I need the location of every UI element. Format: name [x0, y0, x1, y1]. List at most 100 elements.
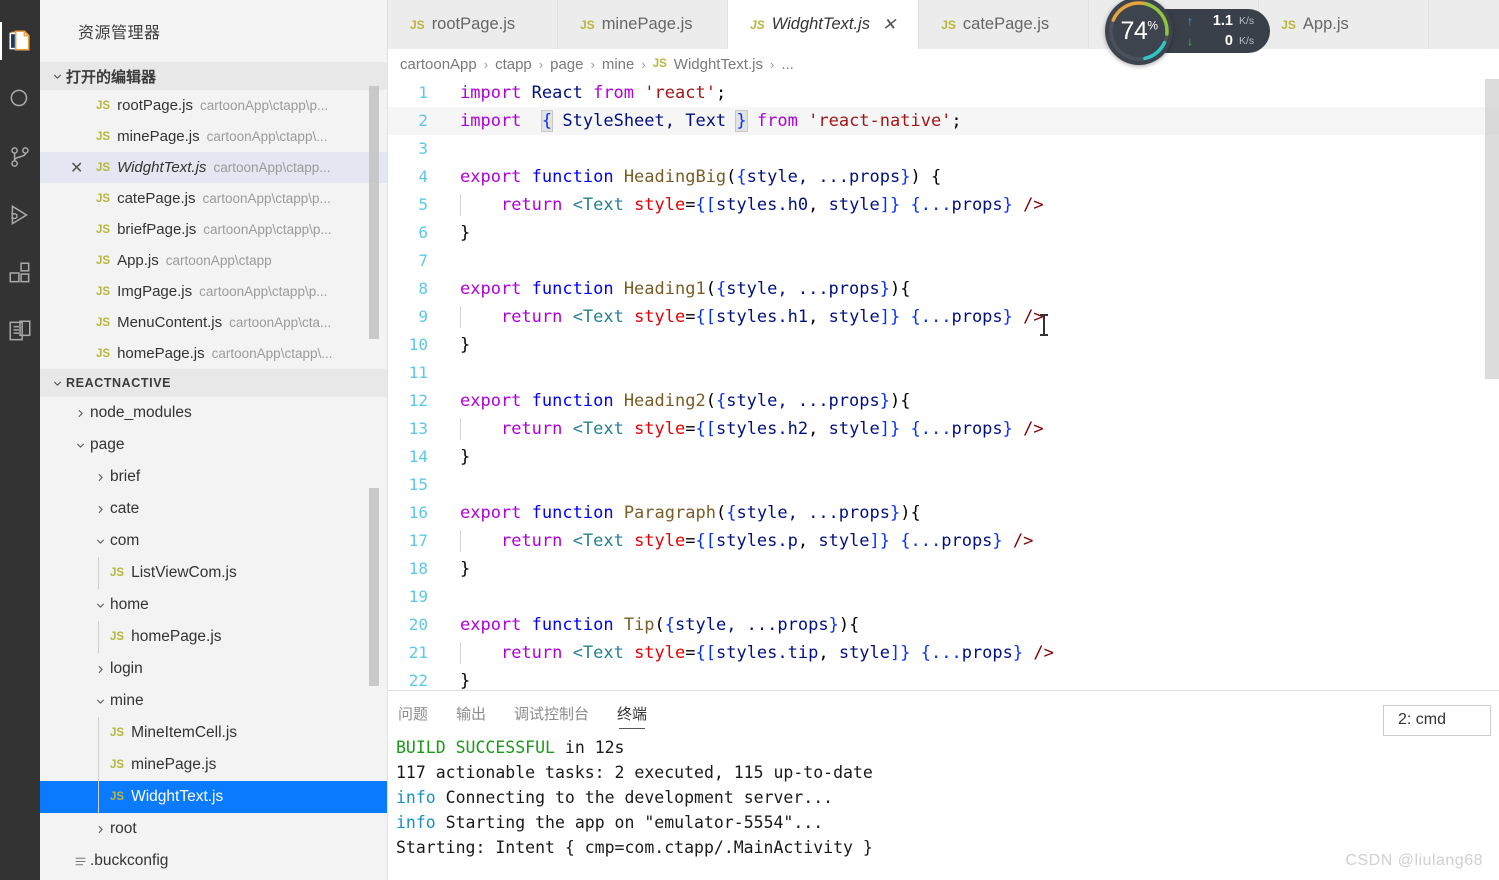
open-editor-item[interactable]: JS minePage.js cartoonApp\ctapp\... — [40, 121, 387, 152]
terminal-output[interactable]: BUILD SUCCESSFUL in 12s 117 actionable ta… — [388, 735, 1499, 867]
line-number: 15 — [408, 475, 428, 494]
close-icon[interactable]: ✕ — [70, 152, 83, 183]
tree-item[interactable]: mine — [40, 685, 387, 717]
open-editor-path: cartoonApp\ctapp... — [213, 160, 331, 175]
code-token: { — [715, 391, 727, 411]
open-editor-item[interactable]: JS rootPage.js cartoonApp\ctapp\p... — [40, 90, 387, 121]
explorer-icon[interactable] — [0, 12, 40, 70]
breadcrumb-overflow[interactable]: ... — [781, 56, 794, 73]
tree-item[interactable]: page — [40, 429, 387, 461]
chevron-right-icon — [90, 823, 110, 836]
code-token: ]} — [879, 307, 901, 327]
code-token: { — [664, 615, 676, 635]
close-icon[interactable]: ✕ — [882, 15, 896, 35]
open-editor-item[interactable]: ✕ JS WidghtText.js cartoonApp\ctapp... — [40, 152, 387, 183]
code-line: 11 — [388, 359, 1499, 387]
tree-item-label: brief — [110, 468, 141, 485]
tree-item[interactable]: node_modules — [40, 397, 387, 429]
code-token: ) — [838, 615, 850, 635]
sidebar: 资源管理器 打开的编辑器 JS rootPage.js cartoonApp\cta… — [40, 0, 388, 880]
breadcrumb-file[interactable]: WidghtText.js — [674, 56, 763, 73]
source-control-icon[interactable] — [0, 128, 40, 186]
tree-item[interactable]: JS MineItemCell.js — [40, 717, 387, 749]
open-editor-item[interactable]: JS briefPage.js cartoonApp\ctapp\p... — [40, 214, 387, 245]
tree-item[interactable]: JS homePage.js — [40, 621, 387, 653]
code-text: import { StyleSheet, Text } from 'react-… — [450, 107, 962, 135]
breadcrumb-item[interactable]: page — [550, 56, 583, 73]
open-editor-item[interactable]: JS ImgPage.js cartoonApp\ctapp\p... — [40, 276, 387, 307]
search-icon[interactable] — [0, 70, 40, 128]
tree-item-label: minePage.js — [131, 756, 217, 773]
code-token: } — [900, 167, 911, 187]
js-file-icon: JS — [96, 254, 111, 267]
line-number: 2 — [418, 111, 428, 130]
tree-item[interactable]: com — [40, 525, 387, 557]
file-tree-scrollbar[interactable] — [369, 488, 379, 686]
code-token: } — [735, 110, 748, 132]
code-token: import — [460, 83, 522, 103]
breadcrumb-item[interactable]: cartoonApp — [400, 56, 477, 73]
extensions-icon[interactable] — [0, 244, 40, 302]
editor-tab[interactable]: JS minePage.js — [558, 0, 728, 49]
code-text: return <Text style={[styles.tip, style]}… — [450, 639, 1054, 667]
indent-guide — [98, 557, 99, 589]
project-header[interactable]: REACTNACTIVE — [40, 369, 387, 397]
tree-item[interactable]: .buckconfig — [40, 845, 387, 877]
tree-item-label: node_modules — [90, 404, 192, 421]
code-token: = — [685, 307, 696, 327]
open-editor-item[interactable]: JS MenuContent.js cartoonApp\cta... — [40, 307, 387, 338]
editor-tab[interactable]: JS catePage.js — [919, 0, 1090, 49]
performance-monitor-widget[interactable]: 74% ↑ 1.1 K/s ↓ 0 K/s — [1105, 0, 1271, 65]
terminal-selector[interactable]: 2: cmd — [1383, 705, 1491, 736]
open-editor-item[interactable]: JS catePage.js cartoonApp\ctapp\p... — [40, 183, 387, 214]
breadcrumb-item[interactable]: ctapp — [495, 56, 532, 73]
code-line: 3 — [388, 135, 1499, 163]
tree-item[interactable]: login — [40, 653, 387, 685]
line-number: 12 — [408, 391, 428, 410]
open-editors-scrollbar[interactable] — [369, 86, 379, 339]
panel-tab[interactable]: 终端 — [617, 691, 647, 735]
code-token: {... — [910, 419, 952, 439]
panel-tab[interactable]: 调试控制台 — [514, 691, 589, 735]
code-token: style — [828, 195, 880, 215]
chevron-down-icon — [90, 535, 110, 548]
code-editor[interactable]: 1 import React from 'react'; 2 import { Sty… — [388, 79, 1499, 690]
line-number: 13 — [408, 419, 428, 438]
js-file-icon: JS — [96, 130, 111, 143]
code-token: } — [992, 531, 1003, 551]
line-number: 1 — [418, 83, 428, 102]
tree-item[interactable]: JS WidghtText.js — [40, 781, 387, 813]
editor-tab-label: WidghtText.js — [771, 15, 870, 33]
open-editor-item[interactable]: JS App.js cartoonApp\ctapp — [40, 245, 387, 276]
tree-item[interactable]: home — [40, 589, 387, 621]
js-file-icon: JS — [110, 567, 125, 579]
open-editor-path: cartoonApp\ctapp\... — [211, 346, 333, 361]
editor-area: JS rootPage.js JS minePage.js JS WidghtText.j… — [388, 0, 1499, 880]
code-token: style, ...props — [736, 503, 890, 523]
tree-item[interactable]: brief — [40, 461, 387, 493]
editor-tab[interactable]: JS App.js — [1259, 0, 1430, 49]
tree-item[interactable]: JS minePage.js — [40, 749, 387, 781]
editor-tab[interactable]: JS WidghtText.js ✕ — [728, 0, 920, 49]
terminal-segment: Starting: Intent { cmp=com.ctapp/.MainAc… — [396, 838, 873, 857]
code-token: style — [818, 531, 870, 551]
code-token: { — [900, 391, 911, 411]
open-editor-item[interactable]: JS homePage.js cartoonApp\ctapp\... — [40, 338, 387, 369]
breadcrumb-item[interactable]: mine — [602, 56, 635, 73]
editor-tab[interactable]: JS rootPage.js — [388, 0, 558, 49]
run-debug-icon[interactable] — [0, 186, 40, 244]
code-line: 17 return <Text style={[styles.p, style]… — [388, 527, 1499, 555]
remote-explorer-icon[interactable] — [0, 302, 40, 360]
tree-item[interactable]: root — [40, 813, 387, 845]
tree-item[interactable]: cate — [40, 493, 387, 525]
open-editors-header[interactable]: 打开的编辑器 — [40, 62, 387, 90]
tree-item[interactable]: JS ListViewCom.js — [40, 557, 387, 589]
panel-tab[interactable]: 问题 — [398, 691, 428, 735]
panel-tab[interactable]: 输出 — [456, 691, 486, 735]
